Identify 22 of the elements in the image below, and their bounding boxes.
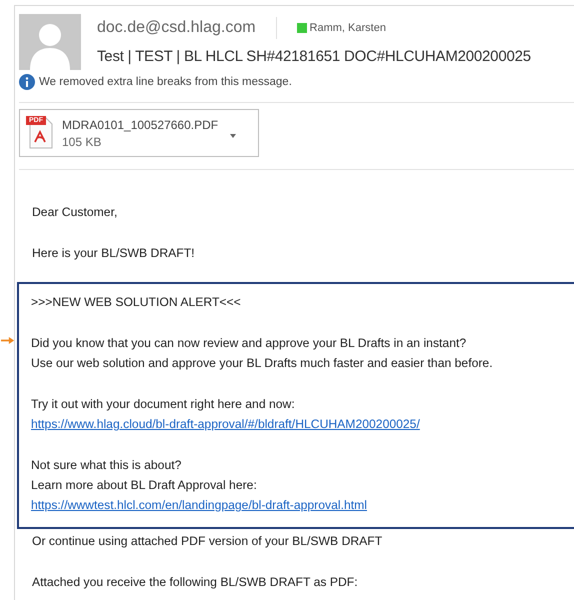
web-link[interactable]: https://wwwtest.hlcl.com/en/landingpage/bl-draft-approval.html xyxy=(31,495,367,515)
alert-text: Use our web solution and approve your BL Drafts much faster and easier than before. xyxy=(31,355,493,372)
body-text: Attached you receive the following BL/SWB DRAFT as PDF: xyxy=(32,574,359,591)
body-text: Or continue using attached PDF version of your BL/SWB DRAFT xyxy=(32,533,384,550)
body-text: Here is your BL/SWB DRAFT! xyxy=(32,245,196,262)
alert-text: Did you know that you can now review and approve your BL Drafts in an instant? xyxy=(31,335,466,352)
email-subject: Test | TEST | BL HLCL SH#42181651 DOC#HLCUHAM200200025 xyxy=(97,48,531,65)
info-icon xyxy=(19,74,35,90)
web-link[interactable]: https://www.hlag.cloud/bl-draft-approval/#/bldraft/HLCUHAM200200025/ xyxy=(31,414,420,434)
alert-text: Learn more about BL Draft Approval here: xyxy=(31,477,257,494)
caret-icon[interactable] xyxy=(230,134,236,138)
alert-text: Not sure what this is about? xyxy=(31,457,182,474)
attachment-size: 105 KB xyxy=(62,134,102,148)
alert-text: Try it out with your document right here and now: xyxy=(31,396,295,413)
recipient-name[interactable]: Ramm, Karsten xyxy=(310,22,386,34)
sender-address: doc.de@csd.hlag.com xyxy=(97,19,256,37)
pointer-arrow xyxy=(1,336,15,345)
attachment-name: MDRA0101_100527660.PDF xyxy=(62,118,218,132)
info-message: We removed extra line breaks from this message. xyxy=(39,76,292,88)
avatar-icon xyxy=(19,14,81,70)
body-text: Dear Customer, xyxy=(32,204,118,221)
alert-text: >>>NEW WEB SOLUTION ALERT<<< xyxy=(31,294,241,311)
